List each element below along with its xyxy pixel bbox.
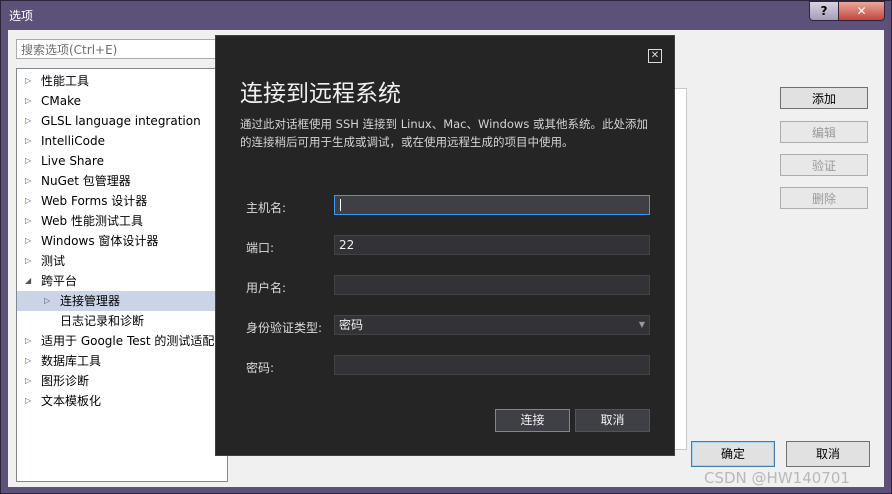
expand-arrow-icon[interactable]: ▷: [25, 131, 35, 151]
auth-type-label: 身份验证类型:: [246, 321, 323, 335]
expand-arrow-icon[interactable]: ▷: [25, 331, 35, 351]
expand-arrow-icon[interactable]: ▷: [25, 231, 35, 251]
expand-arrow-icon[interactable]: ▷: [25, 351, 35, 371]
expand-arrow-icon[interactable]: ▷: [25, 91, 35, 111]
chevron-down-icon: ▼: [638, 320, 645, 329]
password-label: 密码:: [246, 361, 275, 375]
tree-item[interactable]: ▷ 图形诊断: [17, 371, 227, 391]
tree-item[interactable]: ▷ 性能工具: [17, 71, 227, 91]
tree-item[interactable]: 日志记录和诊断: [17, 311, 227, 331]
tree-item-label: NuGet 包管理器: [41, 174, 131, 188]
expand-arrow-icon[interactable]: ▷: [25, 151, 35, 171]
tree-item-label: 数据库工具: [41, 354, 102, 368]
connect-button[interactable]: 连接: [495, 409, 570, 432]
tree-item[interactable]: ▷ Windows 窗体设计器: [17, 231, 227, 251]
watermark-text: CSDN @HW140701: [704, 469, 850, 487]
user-input[interactable]: [334, 275, 650, 295]
tree-item[interactable]: ▷ CMake: [17, 91, 227, 111]
host-label: 主机名:: [246, 201, 287, 215]
tree-item-label: Web Forms 设计器: [41, 194, 148, 208]
dialog-close-icon[interactable]: ✕: [648, 49, 662, 63]
expand-arrow-icon[interactable]: ▷: [25, 111, 35, 131]
tree-item-label: 测试: [41, 254, 66, 268]
tree-item[interactable]: ▷ 连接管理器: [17, 291, 227, 311]
auth-type-select[interactable]: 密码 ▼: [334, 315, 650, 335]
window-close-button[interactable]: ✕: [838, 1, 885, 21]
tree-item-label: 图形诊断: [41, 374, 90, 388]
port-input[interactable]: 22: [334, 235, 650, 255]
tree-item-label: Live Share: [41, 154, 104, 168]
user-label: 用户名:: [246, 281, 287, 295]
expand-arrow-icon[interactable]: ▷: [25, 371, 35, 391]
tree-item-label: 性能工具: [41, 74, 90, 88]
tree-item[interactable]: ▷ Web 性能测试工具: [17, 211, 227, 231]
expand-arrow-icon[interactable]: ▷: [25, 71, 35, 91]
tree-item-label: 跨平台: [41, 274, 78, 288]
expand-arrow-icon[interactable]: ▷: [25, 171, 35, 191]
add-button[interactable]: 添加: [780, 87, 868, 109]
tree-item-label: Web 性能测试工具: [41, 214, 143, 228]
tree-item[interactable]: ▷ 文本模板化: [17, 391, 227, 411]
host-input[interactable]: [334, 195, 650, 215]
search-input[interactable]: 搜索选项(Ctrl+E): [16, 39, 216, 59]
tree-item-label: Windows 窗体设计器: [41, 234, 159, 248]
port-label: 端口:: [246, 241, 275, 255]
tree-item[interactable]: ▷ IntelliCode: [17, 131, 227, 151]
options-tree: ▷ 性能工具 ▷ CMake ▷ GLSL language integration ▷ In…: [16, 68, 228, 482]
expand-arrow-icon[interactable]: ▷: [44, 291, 54, 311]
tree-item[interactable]: ◢ 跨平台: [17, 271, 227, 291]
tree-item-label: GLSL language integration: [41, 114, 201, 128]
title-bar: 选项 ? ✕: [1, 1, 891, 29]
dialog-title: 连接到远程系统: [240, 81, 401, 107]
auth-type-value: 密码: [339, 318, 364, 332]
tree-item[interactable]: ▷ Web Forms 设计器: [17, 191, 227, 211]
verify-button[interactable]: 验证: [780, 154, 868, 176]
expand-arrow-icon[interactable]: ▷: [25, 251, 35, 271]
cancel-button[interactable]: 取消: [786, 441, 870, 467]
tree-item-label: CMake: [41, 94, 81, 108]
tree-item[interactable]: ▷ NuGet 包管理器: [17, 171, 227, 191]
dialog-cancel-button[interactable]: 取消: [575, 409, 650, 432]
delete-button[interactable]: 删除: [780, 187, 868, 209]
help-button[interactable]: ?: [809, 1, 839, 21]
expand-arrow-icon[interactable]: ▷: [25, 191, 35, 211]
collapse-arrow-icon[interactable]: ◢: [25, 271, 35, 291]
window-title: 选项: [9, 9, 34, 23]
tree-item-label: 日志记录和诊断: [60, 314, 145, 328]
tree-item[interactable]: ▷ 数据库工具: [17, 351, 227, 371]
password-input[interactable]: [334, 355, 650, 375]
tree-item[interactable]: ▷ 适用于 Google Test 的测试适配: [17, 331, 227, 351]
connect-remote-dialog: ✕ 连接到远程系统 通过此对话框使用 SSH 连接到 Linux、Mac、Win…: [215, 35, 675, 456]
expand-arrow-icon[interactable]: ▷: [25, 211, 35, 231]
tree-item[interactable]: ▷ 测试: [17, 251, 227, 271]
expand-arrow-icon[interactable]: ▷: [25, 391, 35, 411]
tree-item[interactable]: ▷ Live Share: [17, 151, 227, 171]
tree-item-label: IntelliCode: [41, 134, 105, 148]
tree-item-label: 连接管理器: [60, 294, 121, 308]
tree-item-label: 适用于 Google Test 的测试适配: [41, 334, 215, 348]
tree-item[interactable]: ▷ GLSL language integration: [17, 111, 227, 131]
edit-button[interactable]: 编辑: [780, 121, 868, 143]
text-caret: [340, 199, 341, 211]
ok-button[interactable]: 确定: [691, 441, 775, 467]
tree-item-label: 文本模板化: [41, 394, 102, 408]
dialog-description: 通过此对话框使用 SSH 连接到 Linux、Mac、Windows 或其他系统…: [240, 117, 648, 149]
